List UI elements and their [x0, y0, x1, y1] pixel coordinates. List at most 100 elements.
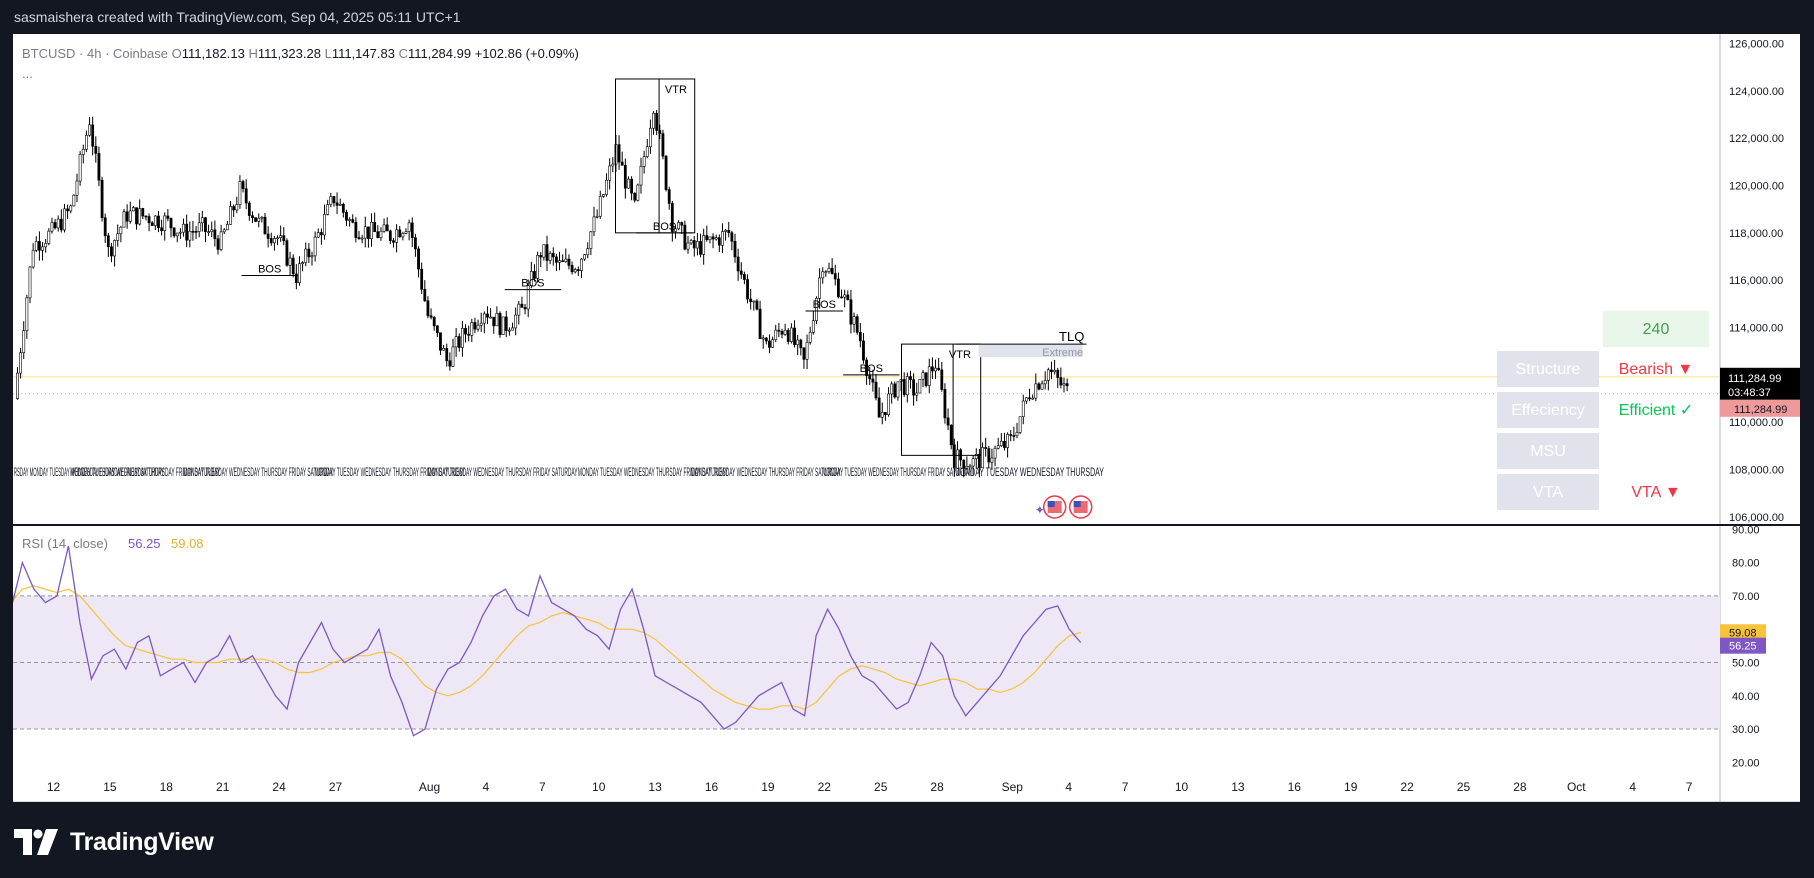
candle-body — [119, 226, 123, 235]
candle-body — [1037, 383, 1041, 390]
day-label: MONDAY TUESDAY WEDNESDAY THURSDAY FRIDAY… — [691, 465, 841, 479]
price-tick-label: 108,000.00 — [1729, 465, 1784, 477]
status-value: VTA ▼ — [1631, 484, 1680, 501]
candle-body — [235, 204, 239, 211]
candle-body — [858, 332, 862, 342]
candle-body — [282, 235, 286, 241]
candle-body — [570, 265, 574, 273]
time-tick-label: 27 — [329, 780, 343, 794]
candle-body — [987, 448, 991, 463]
candle-body — [363, 226, 367, 239]
candle-body — [777, 329, 781, 332]
candle-body — [573, 269, 577, 273]
candle-body — [172, 227, 176, 237]
candle-body — [366, 226, 370, 240]
candle-body — [420, 268, 424, 290]
candle-body — [877, 397, 881, 418]
candle-body — [457, 336, 461, 348]
candle-body — [244, 188, 248, 204]
chart-frame[interactable]: BTCUSD · 4h · Coinbase O111,182.13 H111,… — [13, 34, 1800, 802]
candle-body — [78, 154, 82, 182]
chart-canvas[interactable]: BTCUSD · 4h · Coinbase O111,182.13 H111,… — [13, 34, 1800, 802]
candle-body — [489, 316, 493, 319]
candle-body — [398, 229, 402, 238]
candle-body — [279, 235, 283, 239]
time-tick-label: 19 — [761, 780, 775, 794]
candle-body — [648, 127, 652, 148]
candle-body — [135, 207, 138, 225]
candle-body — [1056, 369, 1060, 378]
candle-body — [423, 289, 427, 302]
candle-body — [37, 241, 41, 251]
time-tick-label: 22 — [818, 780, 832, 794]
sparkle-icon: ✦ — [1035, 503, 1045, 517]
status-value: Bearish ▼ — [1619, 361, 1694, 378]
candle-body — [448, 360, 452, 367]
time-tick-label: 13 — [1231, 780, 1245, 794]
candle-body — [34, 241, 38, 251]
candle-body — [721, 231, 724, 246]
candle-body — [464, 328, 467, 335]
day-label: MONDAY TUESDAY WEDNESDAY THURSDAY FRIDAY… — [183, 465, 333, 479]
candle-body — [905, 376, 909, 396]
rsi-ma-tag-value: 59.08 — [1729, 627, 1757, 639]
candle-body — [351, 219, 355, 223]
candle-body — [473, 322, 477, 330]
candle-body — [388, 230, 392, 241]
countdown-value: 03:48:37 — [1728, 387, 1771, 399]
candle-body — [169, 218, 173, 229]
candle-body — [432, 316, 436, 327]
candle-body — [72, 194, 76, 207]
candle-body — [818, 277, 822, 299]
rsi-tick-label: 80.00 — [1732, 558, 1760, 570]
candle-body — [868, 375, 872, 380]
candle-body — [435, 325, 439, 334]
candle-body — [893, 383, 897, 398]
candle-body — [702, 235, 706, 255]
candle-body — [999, 440, 1003, 446]
candle-body — [222, 229, 226, 233]
candle-body — [937, 367, 941, 371]
candle-body — [200, 217, 204, 224]
candle-body — [298, 263, 301, 284]
candle-body — [241, 181, 245, 190]
candle-body — [345, 212, 348, 221]
candle-body — [655, 112, 659, 131]
candle-body — [724, 230, 728, 232]
time-tick-label: 22 — [1400, 780, 1414, 794]
candle-body — [514, 314, 518, 329]
candle-body — [194, 231, 198, 233]
candle-body — [238, 181, 242, 205]
candle-body — [946, 417, 950, 426]
candle-body — [1062, 383, 1066, 386]
candle-body — [714, 237, 718, 240]
candle-body — [664, 155, 668, 190]
candle-body — [31, 250, 35, 268]
candle-body — [802, 347, 806, 360]
candle-body — [153, 215, 157, 226]
candle-body — [323, 214, 326, 236]
candle-body — [166, 215, 170, 219]
count-value: 240 — [1643, 321, 1670, 338]
attribution-bar: sasmaishera created with TradingView.com… — [0, 0, 1814, 34]
time-tick-label: 4 — [1065, 780, 1072, 794]
candle-body — [642, 156, 646, 167]
candle-body — [598, 196, 602, 217]
candle-body — [711, 236, 715, 240]
status-value: Efficient ✓ — [1619, 402, 1693, 419]
candle-body — [755, 300, 759, 310]
candle-body — [160, 227, 164, 231]
candle-body — [699, 241, 702, 255]
rsi-ma-last-value: 59.08 — [171, 536, 204, 551]
candle-body — [652, 112, 655, 129]
candle-body — [580, 258, 583, 271]
tradingview-brand: TradingView — [14, 824, 214, 860]
candle-body — [66, 208, 70, 212]
attribution-text: sasmaishera created with TradingView.com… — [14, 9, 461, 25]
candle-body — [407, 222, 411, 232]
candle-body — [990, 457, 994, 463]
time-tick-label: 7 — [1122, 780, 1129, 794]
candle-body — [1050, 369, 1053, 373]
time-tick-label: 24 — [272, 780, 286, 794]
candle-body — [91, 124, 95, 147]
